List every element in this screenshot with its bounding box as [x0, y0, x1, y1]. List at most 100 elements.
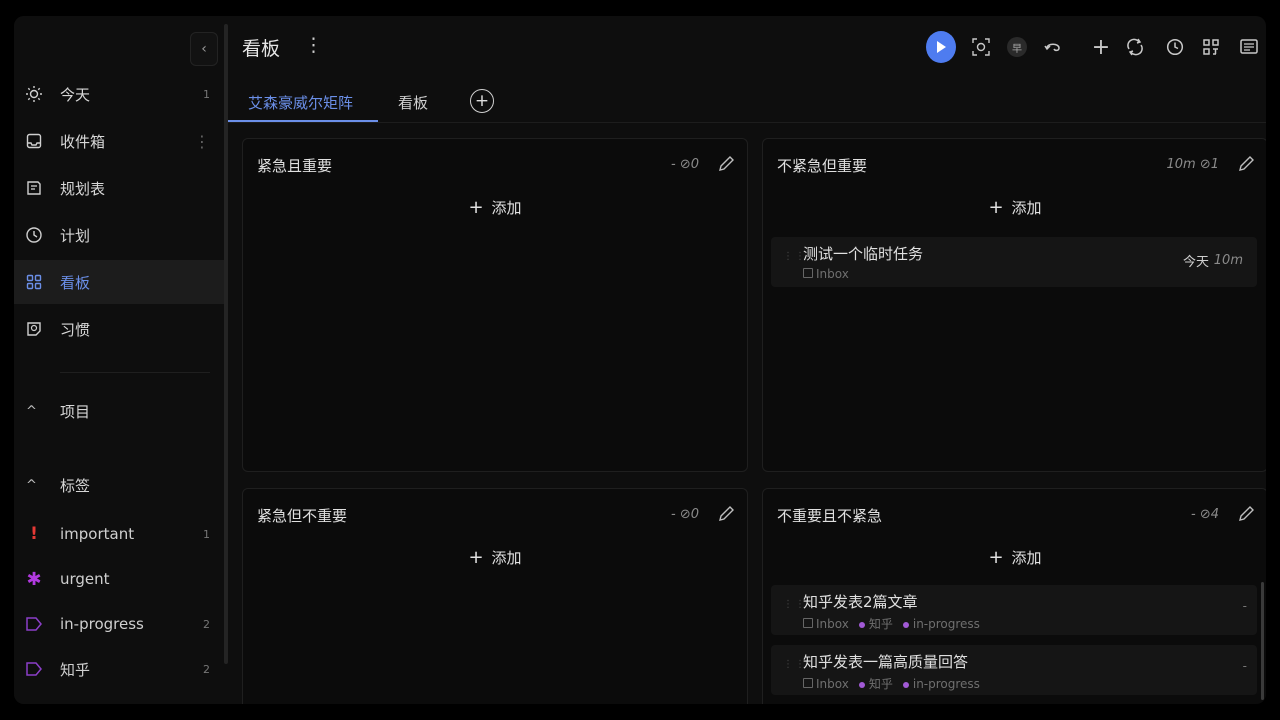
task-tag[interactable]: in-progress	[902, 616, 980, 631]
task-title: 知乎发表一篇高质量回答	[803, 653, 969, 671]
sidebar-divider	[60, 372, 210, 373]
tag-dot-icon	[858, 622, 865, 628]
plus-icon: +	[988, 197, 1004, 218]
sync-icon[interactable]	[1120, 30, 1150, 64]
exclamation-icon: !	[30, 524, 38, 544]
task-tag[interactable]: in-progress	[902, 676, 980, 691]
task-card[interactable]: ⋮⋮ 知乎发表2篇文章 Inbox 知乎 in-progress -	[771, 585, 1257, 635]
history-icon[interactable]	[1160, 30, 1190, 64]
add-task-button[interactable]: + 添加	[763, 197, 1266, 218]
check-circle-icon: ⊘	[679, 507, 691, 522]
pencil-icon[interactable]	[1235, 503, 1257, 525]
inbox-icon	[803, 677, 813, 688]
quadrant-done-count: 4	[1210, 507, 1219, 522]
sidebar-item-label: 计划	[60, 226, 91, 245]
chevron-left-icon[interactable]: ‹	[190, 32, 218, 66]
add-tab-plus-circle-icon[interactable]: +	[470, 89, 494, 113]
sidebar-item-schedule[interactable]: 计划	[14, 213, 224, 257]
task-project-label: Inbox	[816, 267, 849, 281]
task-duration: 10m	[1213, 253, 1243, 268]
focus-icon[interactable]	[966, 30, 996, 64]
today-schedule-badge[interactable]: 今天	[1183, 251, 1209, 270]
sidebar-item-label: 收件箱	[60, 132, 106, 151]
chevron-up-icon: ^	[26, 477, 37, 493]
sidebar-tag-zhihu[interactable]: 知乎 2	[14, 652, 224, 686]
tag-label: 知乎	[60, 660, 91, 679]
task-tag-label: in-progress	[912, 616, 980, 631]
quadrant-done-count: 1	[1210, 157, 1219, 172]
task-project-label: Inbox	[816, 676, 849, 691]
add-task-button[interactable]: + 添加	[243, 197, 747, 218]
plus-icon[interactable]: +	[1086, 30, 1116, 64]
quadrant-time: -	[670, 507, 676, 522]
habit-icon	[24, 319, 44, 339]
pencil-icon[interactable]	[1235, 153, 1257, 175]
chevron-up-icon: ^	[26, 403, 37, 419]
sidebar-item-label: 今天	[60, 85, 91, 104]
tag-count: 2	[203, 662, 210, 676]
tag-icon	[26, 662, 42, 676]
quadrant-stats: - ⊘0	[671, 157, 699, 172]
inbox-icon	[24, 131, 44, 151]
tag-count: 2	[203, 617, 210, 631]
add-label: 添加	[491, 199, 522, 217]
tag-dot-icon	[902, 621, 909, 628]
plus-icon: +	[468, 197, 484, 218]
more-vertical-icon[interactable]: ⋮	[194, 132, 210, 151]
sidebar-tag-important[interactable]: ! important 1	[14, 517, 224, 551]
sidebar-item-count: 1	[203, 87, 210, 101]
quadrant-done-count: 0	[690, 507, 699, 522]
task-tag[interactable]: 知乎	[858, 675, 893, 692]
sidebar-item-label: 看板	[60, 273, 91, 292]
task-meta: Inbox 知乎 in-progress	[803, 675, 980, 692]
projects-section-header[interactable]: ^ 项目	[14, 396, 224, 426]
add-label: 添加	[491, 549, 522, 567]
check-circle-icon: ⊘	[1199, 507, 1211, 522]
tag-icon	[26, 617, 42, 631]
quadrant-time: -	[1190, 507, 1196, 522]
task-tag-label: 知乎	[868, 617, 893, 631]
sidebar-item-kanban[interactable]: 看板	[14, 260, 224, 304]
more-vertical-icon[interactable]: ⋮	[304, 34, 323, 56]
tag-dot-icon	[858, 682, 865, 688]
sidebar: ‹ 今天 1 收件箱 ⋮ 规划表 计划 看板 习惯 ^ 项目 ^ 标签 ! im…	[14, 16, 224, 704]
undo-icon[interactable]	[1038, 30, 1068, 64]
main-panel: 看板 ⋮ 早 + 艾森豪威尔矩阵 看板 + 紧急且重要 - ⊘0 + 添加 不紧…	[228, 16, 1266, 704]
task-card[interactable]: ⋮⋮ 知乎发表一篇高质量回答 Inbox 知乎 in-progress -	[771, 645, 1257, 695]
task-card[interactable]: ⋮⋮ 测试一个临时任务 Inbox 今天 10m	[771, 237, 1257, 287]
sidebar-item-label: 规划表	[60, 179, 106, 198]
inbox-icon	[803, 617, 813, 628]
app-window: ‹ 今天 1 收件箱 ⋮ 规划表 计划 看板 习惯 ^ 项目 ^ 标签 ! im…	[14, 16, 1266, 704]
task-tag[interactable]: 知乎	[858, 615, 893, 632]
notes-icon[interactable]	[1234, 30, 1264, 64]
task-meta: Inbox 知乎 in-progress	[803, 615, 980, 632]
apps-icon[interactable]	[1196, 30, 1226, 64]
play-icon[interactable]	[926, 30, 956, 64]
sidebar-item-today[interactable]: 今天 1	[14, 72, 224, 116]
task-project-label: Inbox	[816, 616, 849, 631]
task-duration: -	[1242, 599, 1247, 613]
add-task-button[interactable]: + 添加	[243, 547, 747, 568]
projects-label: 项目	[60, 402, 91, 421]
quadrant-stats: 10m ⊘1	[1166, 157, 1219, 172]
sidebar-item-habits[interactable]: 习惯	[14, 307, 224, 351]
check-circle-icon: ⊘	[1199, 157, 1211, 172]
pencil-icon[interactable]	[715, 153, 737, 175]
tag-label: urgent	[60, 570, 110, 588]
badge-icon[interactable]: 早	[1002, 30, 1032, 64]
sidebar-tag-in-progress[interactable]: in-progress 2	[14, 607, 224, 641]
sidebar-tag-urgent[interactable]: ✱ urgent	[14, 562, 224, 596]
sidebar-item-planner[interactable]: 规划表	[14, 166, 224, 210]
sidebar-item-inbox[interactable]: 收件箱 ⋮	[14, 119, 224, 163]
add-task-button[interactable]: + 添加	[763, 547, 1266, 568]
plus-icon: +	[468, 547, 484, 568]
task-tag-label: in-progress	[912, 676, 980, 691]
pencil-icon[interactable]	[715, 503, 737, 525]
tags-section-header[interactable]: ^ 标签	[14, 470, 224, 500]
add-label: 添加	[1011, 549, 1042, 567]
main-scrollbar[interactable]	[1261, 582, 1264, 700]
tab-eisenhower-matrix[interactable]: 艾森豪威尔矩阵	[248, 82, 353, 122]
page-title: 看板	[242, 38, 281, 60]
tab-kanban[interactable]: 看板	[398, 82, 428, 122]
quadrant-time: 10m	[1166, 157, 1196, 172]
